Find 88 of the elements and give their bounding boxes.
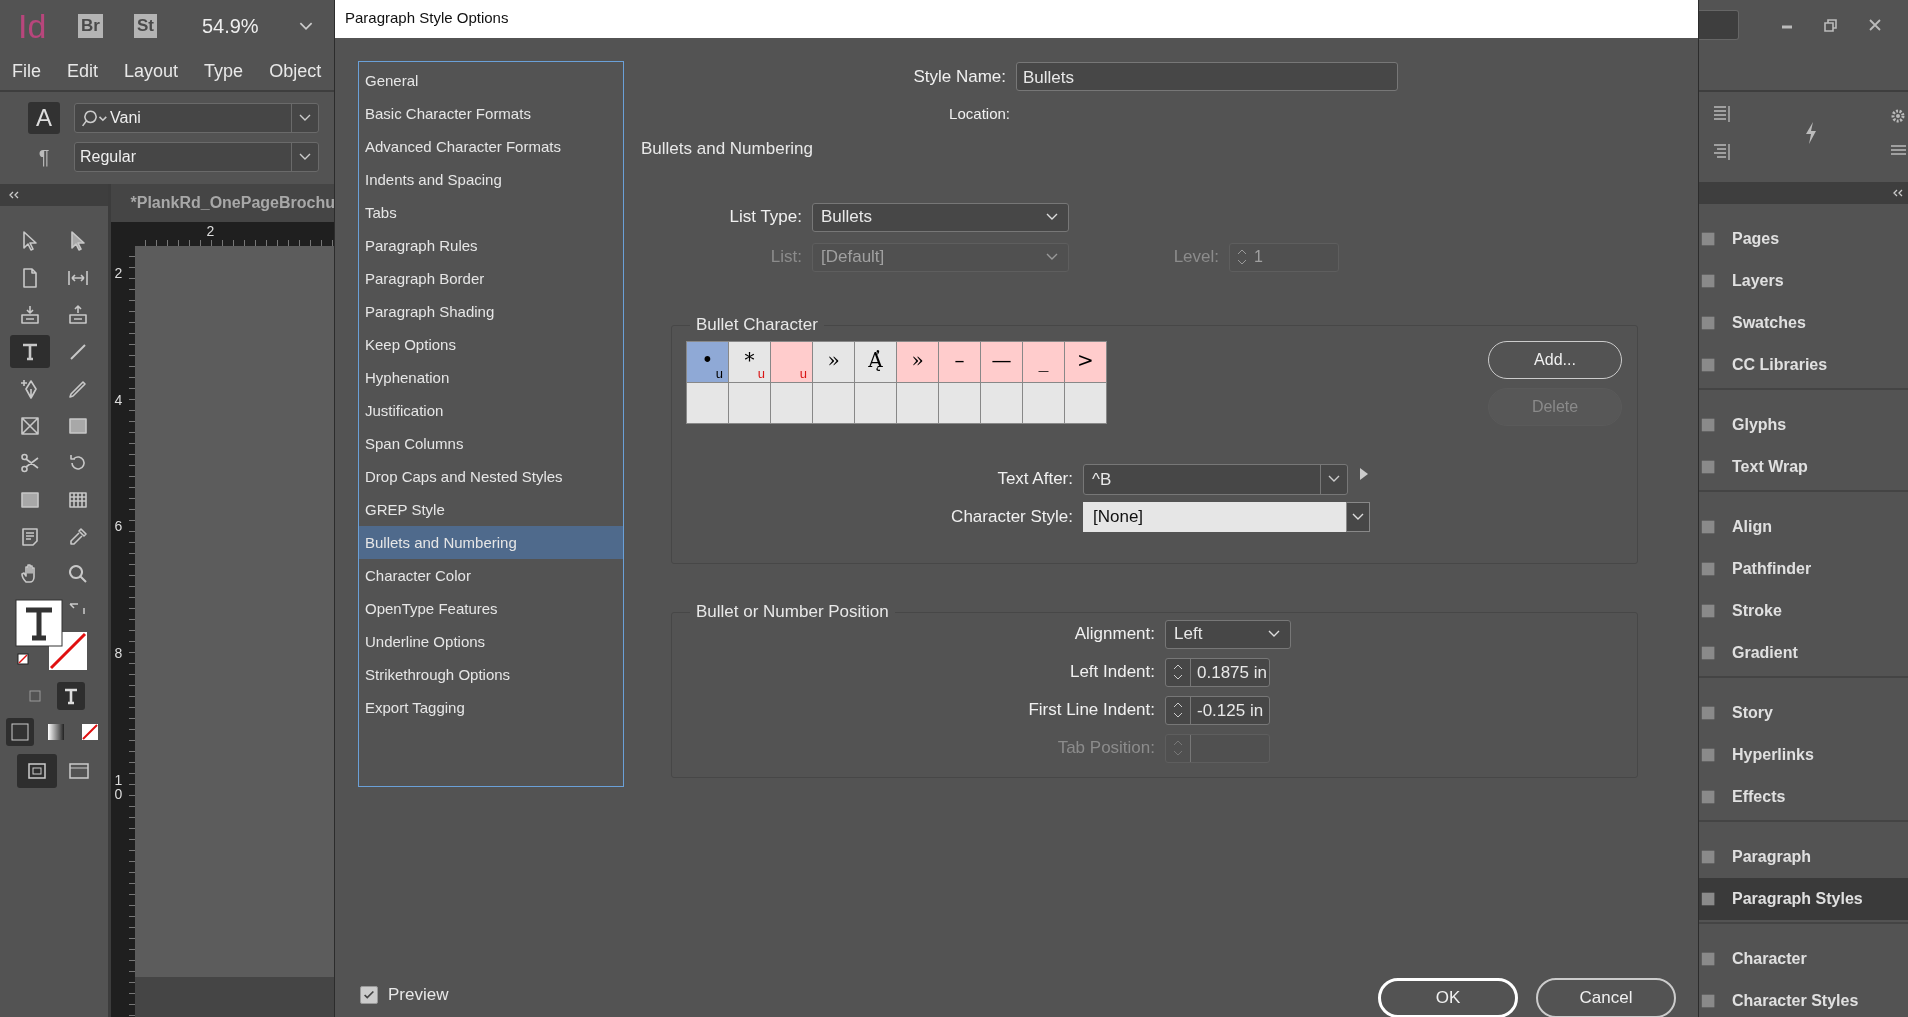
panel-item[interactable]: Hyperlinks (1698, 734, 1908, 776)
category-item[interactable]: OpenType Features (359, 592, 623, 625)
checkbox-label: Preview (388, 985, 449, 1005)
stock-button[interactable]: St (133, 14, 157, 38)
category-item[interactable]: Paragraph Shading (359, 295, 623, 328)
number-spinner[interactable]: 0.1875 in (1165, 657, 1270, 687)
text-after-field[interactable]: ^B (1083, 463, 1348, 495)
category-item[interactable]: General (359, 64, 623, 97)
field-label: Level: (1172, 247, 1220, 267)
field-label: List Type: (728, 207, 803, 227)
add-button[interactable]: Add... (1488, 341, 1622, 379)
glyph-cell[interactable]: _ (1023, 342, 1064, 382)
field-label: Tab Position: (1056, 738, 1156, 758)
zoom-level[interactable]: 54.9% (201, 14, 259, 38)
glyph-cell[interactable]: > (1065, 342, 1106, 382)
cancel-button[interactable]: Cancel (1536, 978, 1676, 1017)
field-label: Text After: (996, 469, 1074, 489)
glyph-cell[interactable]: — (981, 342, 1022, 382)
panel-item[interactable]: Story (1698, 692, 1908, 734)
panel-item[interactable]: Paragraph (1698, 836, 1908, 878)
panel-item[interactable]: Swatches (1698, 302, 1908, 344)
glyph-cell[interactable]: » (897, 342, 938, 382)
field-label: Character Style: (950, 507, 1074, 527)
category-item[interactable]: Paragraph Border (359, 262, 623, 295)
alignment-dropdown[interactable]: Left (1165, 619, 1291, 649)
category-item[interactable]: Advanced Character Formats (359, 130, 623, 163)
glyph-cell[interactable]: u (771, 342, 812, 382)
glyph-cell[interactable]: » (813, 342, 854, 382)
character-mode-button[interactable]: A (28, 102, 60, 134)
panel-item[interactable]: CC Libraries (1698, 344, 1908, 386)
section-title: Bullets and Numbering (641, 138, 814, 160)
panel-item[interactable]: Paragraph Styles (1698, 878, 1908, 920)
field-label: Left Indent: (1068, 662, 1156, 682)
category-item[interactable]: Tabs (359, 196, 623, 229)
category-item[interactable]: Strikethrough Options (359, 658, 623, 691)
category-item[interactable]: GREP Style (359, 493, 623, 526)
panel-item[interactable]: Gradient (1698, 632, 1908, 674)
list-type-dropdown[interactable]: Bullets (812, 202, 1069, 232)
ruler-number: 8 (114, 646, 123, 661)
document-tab[interactable]: *PlankRd_OnePageBrochu (110, 184, 335, 222)
menu-item[interactable]: File (12, 60, 41, 82)
category-item[interactable]: Basic Character Formats (359, 97, 623, 130)
bridge-button[interactable]: Br (78, 14, 103, 38)
panel-item[interactable]: Glyphs (1698, 404, 1908, 446)
panel-item[interactable]: Text Wrap (1698, 446, 1908, 488)
ruler-number: 2 (114, 266, 123, 281)
menu-item[interactable]: Object (269, 60, 322, 82)
field-label: List: (769, 247, 803, 267)
font-style-field[interactable]: Regular (74, 142, 319, 172)
panel-item[interactable]: Pathfinder (1698, 548, 1908, 590)
category-item[interactable]: Bullets and Numbering (359, 526, 623, 559)
panel-item[interactable]: Align (1698, 506, 1908, 548)
ruler-number: 10 (114, 772, 123, 803)
category-item[interactable]: Indents and Spacing (359, 163, 623, 196)
menu-item[interactable]: Edit (67, 60, 99, 82)
menu-item[interactable]: Layout (124, 60, 179, 82)
category-item[interactable]: Export Tagging (359, 691, 623, 724)
category-item[interactable]: Drop Caps and Nested Styles (359, 460, 623, 493)
category-item[interactable]: Paragraph Rules (359, 229, 623, 262)
ruler-number: 2 (206, 223, 215, 239)
panel-item[interactable]: Character (1698, 938, 1908, 980)
panel-item[interactable]: Stroke (1698, 590, 1908, 632)
field-label: First Line Indent: (1027, 700, 1156, 720)
glyph-cell[interactable]: – (939, 342, 980, 382)
panel-item[interactable]: Pages (1698, 218, 1908, 260)
panel-item[interactable]: Layers (1698, 260, 1908, 302)
ok-button[interactable]: OK (1378, 978, 1518, 1017)
field-label: Location: (948, 104, 1011, 122)
menu-item[interactable]: Type (204, 60, 244, 82)
number-spinner[interactable]: -0.125 in (1165, 695, 1270, 725)
category-item[interactable]: Hyphenation (359, 361, 623, 394)
category-item[interactable]: Character Color (359, 559, 623, 592)
glyph-cell[interactable]: Ą̓ (855, 342, 896, 382)
ruler-number: 4 (114, 392, 123, 408)
category-item[interactable]: Underline Options (359, 625, 623, 658)
category-item[interactable]: Span Columns (359, 427, 623, 460)
panel-item[interactable]: Character Styles (1698, 980, 1908, 1017)
category-item[interactable]: Keep Options (359, 328, 623, 361)
category-item[interactable]: Justification (359, 394, 623, 427)
field-label: Style Name: (912, 66, 1007, 87)
paragraph-mode-button[interactable]: ¶ (28, 143, 60, 171)
app-logo: Id (18, 6, 48, 46)
dialog-title: Paragraph Style Options (335, 0, 1698, 38)
panel-item[interactable]: Effects (1698, 776, 1908, 818)
field-label: Alignment: (1073, 624, 1156, 644)
style-name-field[interactable]: Bullets (1016, 62, 1398, 91)
font-field[interactable]: Vani (74, 103, 319, 133)
ruler-number: 6 (114, 519, 123, 535)
